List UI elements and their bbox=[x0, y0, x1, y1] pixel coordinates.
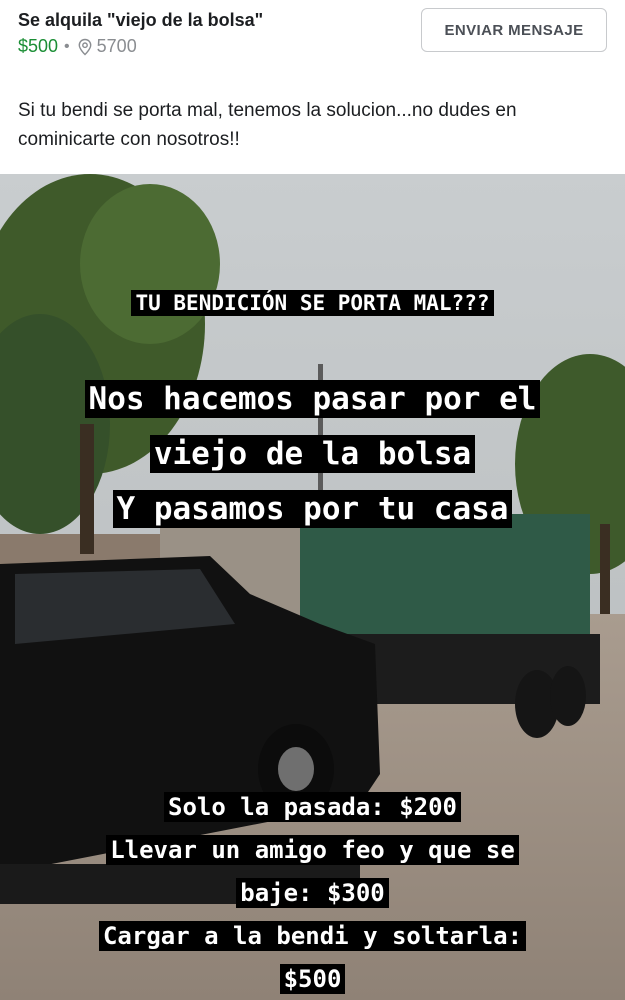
pitch-line-1: Nos hacemos pasar por el bbox=[84, 380, 541, 418]
listing-title[interactable]: Se alquila "viejo de la bolsa" bbox=[18, 10, 263, 31]
price-line-1: Solo la pasada: $200 bbox=[164, 792, 461, 822]
listing-photo[interactable]: TU BENDICIÓN SE PORTA MAL??? Nos hacemos… bbox=[0, 174, 625, 1000]
location-pin-icon bbox=[76, 38, 94, 56]
price-list-caption: Solo la pasada: $200 Llevar un amigo feo… bbox=[0, 786, 625, 1000]
listing-zip: 5700 bbox=[96, 36, 137, 56]
price-line-5: $500 bbox=[279, 964, 346, 994]
listing-price: $500 bbox=[18, 36, 59, 56]
price-line-2: Llevar un amigo feo y que se bbox=[106, 835, 519, 865]
listing-meta: $500 • 5700 bbox=[18, 36, 137, 57]
listing-header: Se alquila "viejo de la bolsa" $500 • 57… bbox=[0, 0, 625, 70]
pitch-line-3: Y pasamos por tu casa bbox=[112, 490, 513, 528]
headline-caption: TU BENDICIÓN SE PORTA MAL??? bbox=[0, 290, 625, 316]
meta-separator: • bbox=[64, 37, 70, 55]
price-line-4: Cargar a la bendi y soltarla: bbox=[98, 921, 527, 951]
listing-description: Si tu bendi se porta mal, tenemos la sol… bbox=[18, 100, 517, 150]
price-line-3: baje: $300 bbox=[236, 878, 389, 908]
pitch-caption: Nos hacemos pasar por el viejo de la bol… bbox=[0, 372, 625, 537]
pitch-line-2: viejo de la bolsa bbox=[149, 435, 476, 473]
headline-text: TU BENDICIÓN SE PORTA MAL??? bbox=[131, 290, 494, 316]
send-message-button[interactable]: ENVIAR MENSAJE bbox=[421, 8, 607, 52]
marketplace-listing-page: Se alquila "viejo de la bolsa" $500 • 57… bbox=[0, 0, 625, 1000]
